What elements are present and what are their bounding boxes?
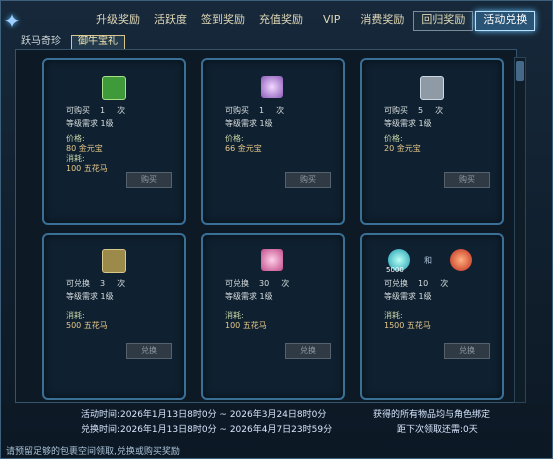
buy-button[interactable]: 购买: [285, 172, 331, 188]
lotus-item-icon[interactable]: [261, 76, 283, 98]
exchange-button[interactable]: 兑换: [126, 343, 172, 359]
price-value: 66 金元宝: [225, 144, 262, 153]
cost-value: 100 五花马: [66, 164, 108, 173]
tab-event-exchange[interactable]: 活动兑换: [475, 11, 536, 31]
level-requirement: 等级需求 1级: [225, 292, 273, 301]
exchange-button[interactable]: 兑换: [285, 343, 331, 359]
tab-signin-reward[interactable]: 签到奖励: [194, 11, 252, 29]
scroll-item-icon[interactable]: [102, 249, 126, 273]
item-card: 可购买 1 次 等级需求 1级 价格: 66 金元宝 购买: [201, 58, 345, 225]
bag-space-tip: 请预留足够的包裹空间领取,兑换或购买奖励: [6, 447, 180, 457]
flower-item-icon[interactable]: [261, 249, 283, 271]
exchange-count: 可兑换 10 次: [384, 279, 449, 288]
tab-level-reward[interactable]: 升级奖励: [89, 11, 147, 29]
buy-button[interactable]: 购买: [126, 172, 172, 188]
exchange-button[interactable]: 兑换: [444, 343, 490, 359]
top-tab-bar: 升级奖励 活跃度 签到奖励 充值奖励 VIP 消费奖励 回归奖励 活动兑换: [89, 11, 536, 31]
subtab-horse-treasure[interactable]: 跃马奇珍: [15, 35, 67, 49]
bind-note: 获得的所有物品均与角色绑定: [373, 410, 491, 420]
exchange-count: 可兑换 3 次: [66, 279, 126, 288]
buy-count: 可购买 1 次: [225, 106, 285, 115]
buy-count: 可购买 5 次: [384, 106, 444, 115]
tab-vip[interactable]: VIP: [316, 11, 347, 29]
level-requirement: 等级需求 1级: [225, 119, 273, 128]
tab-spend-reward[interactable]: 消费奖励: [353, 11, 411, 29]
exchange-time: 兑换时间:2026年1月13日8时0分 ~ 2026年4月7日23时59分: [81, 425, 333, 435]
item-card: 可兑换 3 次 等级需求 1级 消耗: 500 五花马 兑换: [42, 233, 186, 400]
level-requirement: 等级需求 1级: [66, 292, 114, 301]
items-panel: 可购买 1 次 等级需求 1级 价格: 80 金元宝 消耗: 100 五花马 购买 …: [15, 49, 517, 403]
buy-count: 可购买 1 次: [66, 106, 126, 115]
tab-return-reward[interactable]: 回归奖励: [413, 11, 474, 31]
exchange-count: 可兑换 30 次: [225, 279, 290, 288]
cost-value: 500 五花马: [66, 321, 108, 330]
cost-value: 1500 五花马: [384, 321, 431, 330]
red-orb-item-icon[interactable]: [450, 249, 472, 271]
level-requirement: 等级需求 1级: [384, 292, 432, 301]
item-quantity: 5000: [386, 266, 404, 274]
item-join-text: 和: [424, 256, 432, 265]
scrollbar[interactable]: [514, 57, 526, 403]
item-card: 可兑换 30 次 等级需求 1级 消耗: 100 五花马 兑换: [201, 233, 345, 400]
price-value: 20 金元宝: [384, 144, 421, 153]
green-chest-item-icon[interactable]: [102, 76, 126, 100]
event-window: ✦ 升级奖励 活跃度 签到奖励 充值奖励 VIP 消费奖励 回归奖励 活动兑换 …: [0, 0, 553, 459]
chest-item-icon[interactable]: [420, 76, 444, 100]
level-requirement: 等级需求 1级: [384, 119, 432, 128]
tab-activity[interactable]: 活跃度: [147, 11, 194, 29]
level-requirement: 等级需求 1级: [66, 119, 114, 128]
claim-countdown: 距下次领取还需:0天: [397, 425, 478, 435]
tab-recharge-reward[interactable]: 充值奖励: [252, 11, 310, 29]
item-card: 5000 和 可兑换 10 次 等级需求 1级 消耗: 1500 五花马 兑换: [360, 233, 504, 400]
item-card: 可购买 1 次 等级需求 1级 价格: 80 金元宝 消耗: 100 五花马 购买: [42, 58, 186, 225]
buy-button[interactable]: 购买: [444, 172, 490, 188]
activity-time: 活动时间:2026年1月13日8时0分 ~ 2026年3月24日8时0分: [81, 410, 327, 420]
cost-value: 100 五花马: [225, 321, 267, 330]
item-card: 可购买 5 次 等级需求 1级 价格: 20 金元宝 购买: [360, 58, 504, 225]
scrollbar-thumb[interactable]: [516, 61, 524, 81]
